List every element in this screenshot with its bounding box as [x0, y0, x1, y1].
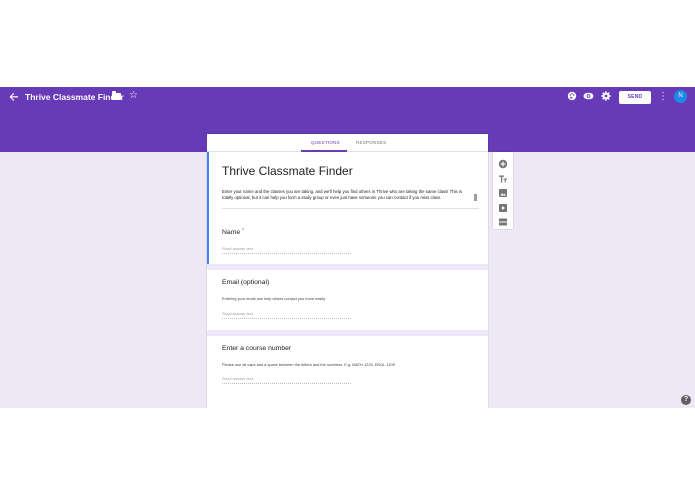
- video-icon[interactable]: [498, 200, 508, 212]
- help-icon[interactable]: ?: [681, 395, 691, 405]
- description-scrollbar[interactable]: [474, 190, 477, 207]
- question-title-name[interactable]: Name *: [222, 228, 244, 236]
- question-title-email[interactable]: Email (optional): [222, 279, 269, 286]
- scrollbar-thumb[interactable]: [474, 194, 477, 201]
- form-title[interactable]: Thrive Classmate Finder: [222, 164, 353, 178]
- question-help-text: Entering your email can help others cont…: [222, 296, 326, 301]
- question-divider: [207, 264, 488, 270]
- section-icon[interactable]: [498, 214, 508, 226]
- question-title-text: Name: [222, 229, 241, 236]
- question-help-text: Please use all caps and a space between …: [222, 362, 395, 367]
- short-answer-field: Short answer text: [222, 246, 351, 254]
- send-button[interactable]: SEND: [619, 91, 651, 104]
- image-icon[interactable]: [498, 185, 508, 197]
- tab-responses[interactable]: RESPONSES: [356, 140, 386, 145]
- form-description: Enter your name and the classes you are …: [222, 189, 462, 200]
- gear-icon[interactable]: [600, 91, 611, 102]
- editor-tabs: QUESTIONS RESPONSES: [207, 134, 488, 152]
- short-answer-field: Short answer text: [222, 376, 351, 384]
- short-answer-field: Short answer text: [222, 311, 351, 319]
- title-text-icon[interactable]: [498, 171, 508, 183]
- add-question-icon[interactable]: [498, 156, 508, 169]
- form-card: QUESTIONS RESPONSES Thrive Classmate Fin…: [207, 134, 488, 408]
- question-title-course[interactable]: Enter a course number: [222, 345, 291, 352]
- required-asterisk: *: [242, 228, 244, 234]
- form-description-field[interactable]: Enter your name and the classes you are …: [222, 189, 479, 209]
- palette-icon[interactable]: [566, 91, 577, 102]
- header-toolbar: Thrive Classmate Finder ☆ SEND ⋮ N: [0, 87, 695, 107]
- forms-editor: Thrive Classmate Finder ☆ SEND ⋮ N QUEST…: [0, 87, 695, 408]
- active-tab-indicator: [301, 150, 347, 152]
- form-document-title[interactable]: Thrive Classmate Finder: [25, 92, 124, 102]
- folder-icon[interactable]: [112, 91, 121, 100]
- more-vert-icon[interactable]: ⋮: [658, 91, 668, 103]
- active-section-indicator: [207, 152, 209, 270]
- eye-icon[interactable]: [583, 91, 594, 102]
- tab-questions[interactable]: QUESTIONS: [311, 140, 340, 145]
- question-divider: [207, 330, 488, 336]
- avatar[interactable]: N: [674, 90, 687, 103]
- star-icon[interactable]: ☆: [129, 90, 138, 102]
- back-arrow-icon[interactable]: [8, 91, 20, 103]
- add-item-toolbar: [493, 152, 513, 229]
